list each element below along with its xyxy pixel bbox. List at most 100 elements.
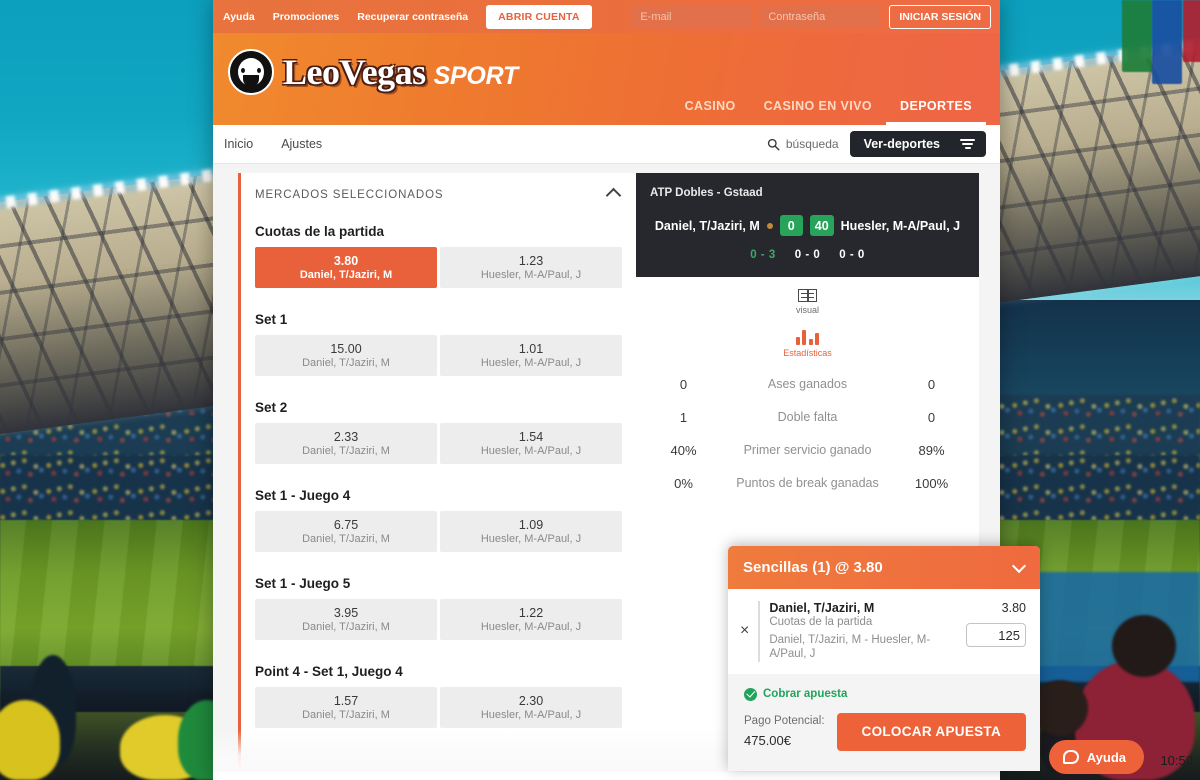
statistic-away-value: 0 [927, 409, 936, 425]
selected-markets-panel: MERCADOS SELECCIONADOS Cuotas de la part… [238, 173, 636, 772]
logo[interactable]: LeoVegas SPORT [213, 33, 518, 95]
odds-selection-name: Daniel, T/Jaziri, M [302, 709, 390, 721]
nav-item-deportes[interactable]: DEPORTES [886, 99, 986, 125]
odds-button[interactable]: 1.01 Huesler, M-A/Paul, J [440, 335, 622, 376]
chevron-up-icon[interactable] [605, 187, 622, 203]
background-spectator [1032, 680, 1088, 736]
odds-button[interactable]: 2.33 Daniel, T/Jaziri, M [255, 423, 437, 464]
view-sports-button[interactable]: Ver-deportes [849, 131, 986, 157]
bet-slip-header[interactable]: Sencillas (1) @ 3.80 [728, 546, 1040, 589]
serve-indicator-icon [766, 222, 773, 229]
nav-item-casino[interactable]: CASINO [671, 99, 750, 125]
system-clock: 10:50 [1160, 753, 1193, 768]
odds-button[interactable]: 1.09 Huesler, M-A/Paul, J [440, 511, 622, 552]
odds-button[interactable]: 1.57 Daniel, T/Jaziri, M [255, 687, 437, 728]
utility-link-promociones[interactable]: Promociones [273, 11, 340, 23]
odds-button[interactable]: 15.00 Daniel, T/Jaziri, M [255, 335, 437, 376]
nav-item-casino-en-vivo[interactable]: CASINO EN VIVO [750, 99, 886, 125]
market-options-row: 6.75 Daniel, T/Jaziri, M 1.09 Huesler, M-A/… [241, 511, 636, 552]
match-tab-stats-wrap: Estadísticas [636, 317, 979, 360]
statistic-row: 0% Puntos de break ganadas 100% [636, 467, 979, 500]
utility-bar: Ayuda Promociones Recuperar contraseña A… [213, 0, 1000, 33]
statistic-label: Puntos de break ganadas [736, 475, 879, 490]
subnav-item-inicio[interactable]: Inicio [224, 137, 253, 151]
statistic-label: Primer servicio ganado [743, 442, 872, 457]
scoreboard-league: ATP Dobles - Gstaad [650, 187, 763, 199]
odds-value: 3.95 [333, 606, 359, 620]
market-block: Set 2 2.33 Daniel, T/Jaziri, M 1.54 Huesler,… [241, 390, 636, 464]
market-block: Set 1 - Juego 4 6.75 Daniel, T/Jaziri, M 1.… [241, 478, 636, 552]
utility-link-ayuda[interactable]: Ayuda [223, 11, 255, 23]
odds-value: 15.00 [330, 342, 362, 356]
scoreboard: ATP Dobles - Gstaad Daniel, T/Jaziri, M … [636, 173, 979, 277]
filter-icon [960, 139, 975, 149]
password-field[interactable] [760, 5, 881, 28]
odds-selection-name: Daniel, T/Jaziri, M [302, 445, 390, 457]
odds-button[interactable]: 1.22 Huesler, M-A/Paul, J [440, 599, 622, 640]
bar-chart-icon [795, 329, 820, 345]
wordmark: LeoVegas SPORT [283, 51, 518, 93]
tab-visual[interactable]: visual [796, 289, 819, 315]
open-account-button[interactable]: ABRIR CUENTA [486, 4, 592, 29]
odds-button[interactable]: 3.95 Daniel, T/Jaziri, M [255, 599, 437, 640]
market-title: Set 1 - Juego 5 [255, 576, 351, 591]
potential-payout: Pago Potencial: 475.00€ [744, 713, 825, 750]
odds-button[interactable]: 6.75 Daniel, T/Jaziri, M [255, 511, 437, 552]
bet-slip-title: Sencillas (1) @ 3.80 [743, 559, 883, 576]
cashout-row[interactable]: Cobrar apuesta [728, 674, 1040, 701]
background-flag [1152, 0, 1182, 84]
selection-details: Daniel, T/Jaziri, M Cuotas de la partida… [769, 601, 955, 662]
market-options-row: 2.33 Daniel, T/Jaziri, M 1.54 Huesler, M-A/… [241, 423, 636, 464]
help-button[interactable]: Ayuda [1048, 740, 1144, 774]
selected-markets-header[interactable]: MERCADOS SELECCIONADOS [241, 173, 636, 214]
cashout-label: Cobrar apuesta [763, 688, 848, 701]
odds-selection-name: Daniel, T/Jaziri, M [299, 269, 393, 281]
market-options-row: 3.80 Daniel, T/Jaziri, M 1.23 Huesler, M-A/… [241, 247, 636, 288]
set-score: 0 - 0 [794, 249, 821, 261]
list-fade-overlay [241, 726, 636, 772]
chevron-down-icon[interactable] [1011, 558, 1027, 573]
odds-value: 2.33 [333, 430, 359, 444]
scoreboard-away-team: Huesler, M-A/Paul, J [840, 218, 961, 233]
odds-selection-name: Daniel, T/Jaziri, M [302, 621, 390, 633]
odds-button[interactable]: 1.54 Huesler, M-A/Paul, J [440, 423, 622, 464]
odds-value: 1.22 [518, 606, 544, 620]
place-bet-button[interactable]: COLOCAR APUESTA [836, 712, 1026, 751]
odds-button[interactable]: 3.80 Daniel, T/Jaziri, M [255, 247, 437, 288]
tab-estadisticas[interactable]: Estadísticas [783, 329, 832, 358]
selection-market: Cuotas de la partida [769, 616, 873, 628]
logo-suffix: SPORT [433, 62, 518, 90]
view-sports-label: Ver-deportes [863, 137, 940, 151]
statistic-away-value: 89% [918, 442, 945, 458]
bet-slip-footer: Pago Potencial: 475.00€ COLOCAR APUESTA [728, 701, 1040, 771]
odds-selection-name: Huesler, M-A/Paul, J [480, 621, 582, 633]
scoreboard-home-points: 0 [779, 215, 803, 236]
login-button[interactable]: INICIAR SESIÓN [889, 4, 991, 29]
set-score: 0 - 0 [839, 249, 865, 261]
market-title: Set 1 [255, 312, 288, 327]
scoreboard-away-points: 40 [809, 215, 834, 236]
search-placeholder: búsqueda [785, 137, 839, 151]
match-tab-visual-wrap: visual [636, 277, 979, 317]
odds-value: 1.23 [518, 254, 544, 268]
email-field[interactable] [632, 5, 753, 28]
utility-link-recuperar-contrasena[interactable]: Recuperar contraseña [357, 11, 468, 23]
odds-button[interactable]: 2.30 Huesler, M-A/Paul, J [440, 687, 622, 728]
court-icon [797, 289, 817, 302]
odds-value: 1.01 [518, 342, 544, 356]
odds-button[interactable]: 1.23 Huesler, M-A/Paul, J [440, 247, 622, 288]
chat-bubble-icon [1062, 750, 1079, 764]
remove-selection-button[interactable]: × [740, 601, 749, 639]
market-block: Cuotas de la partida 3.80 Daniel, T/Jaziri… [241, 214, 636, 288]
odds-selection-name: Huesler, M-A/Paul, J [480, 357, 582, 369]
market-title: Set 2 [255, 400, 288, 415]
odds-selection-name: Huesler, M-A/Paul, J [480, 533, 582, 545]
tab-visual-label: visual [795, 305, 819, 315]
stake-input[interactable] [966, 623, 1026, 647]
statistic-row: 0 Ases ganados 0 [636, 368, 979, 401]
search-input[interactable]: búsqueda [767, 137, 839, 151]
subnav-item-ajustes[interactable]: Ajustes [281, 137, 322, 151]
market-title: Point 4 - Set 1, Juego 4 [255, 664, 403, 679]
background-flag [1183, 0, 1200, 62]
scoreboard-set-scores: 0 - 3 0 - 0 0 - 0 [650, 249, 965, 261]
